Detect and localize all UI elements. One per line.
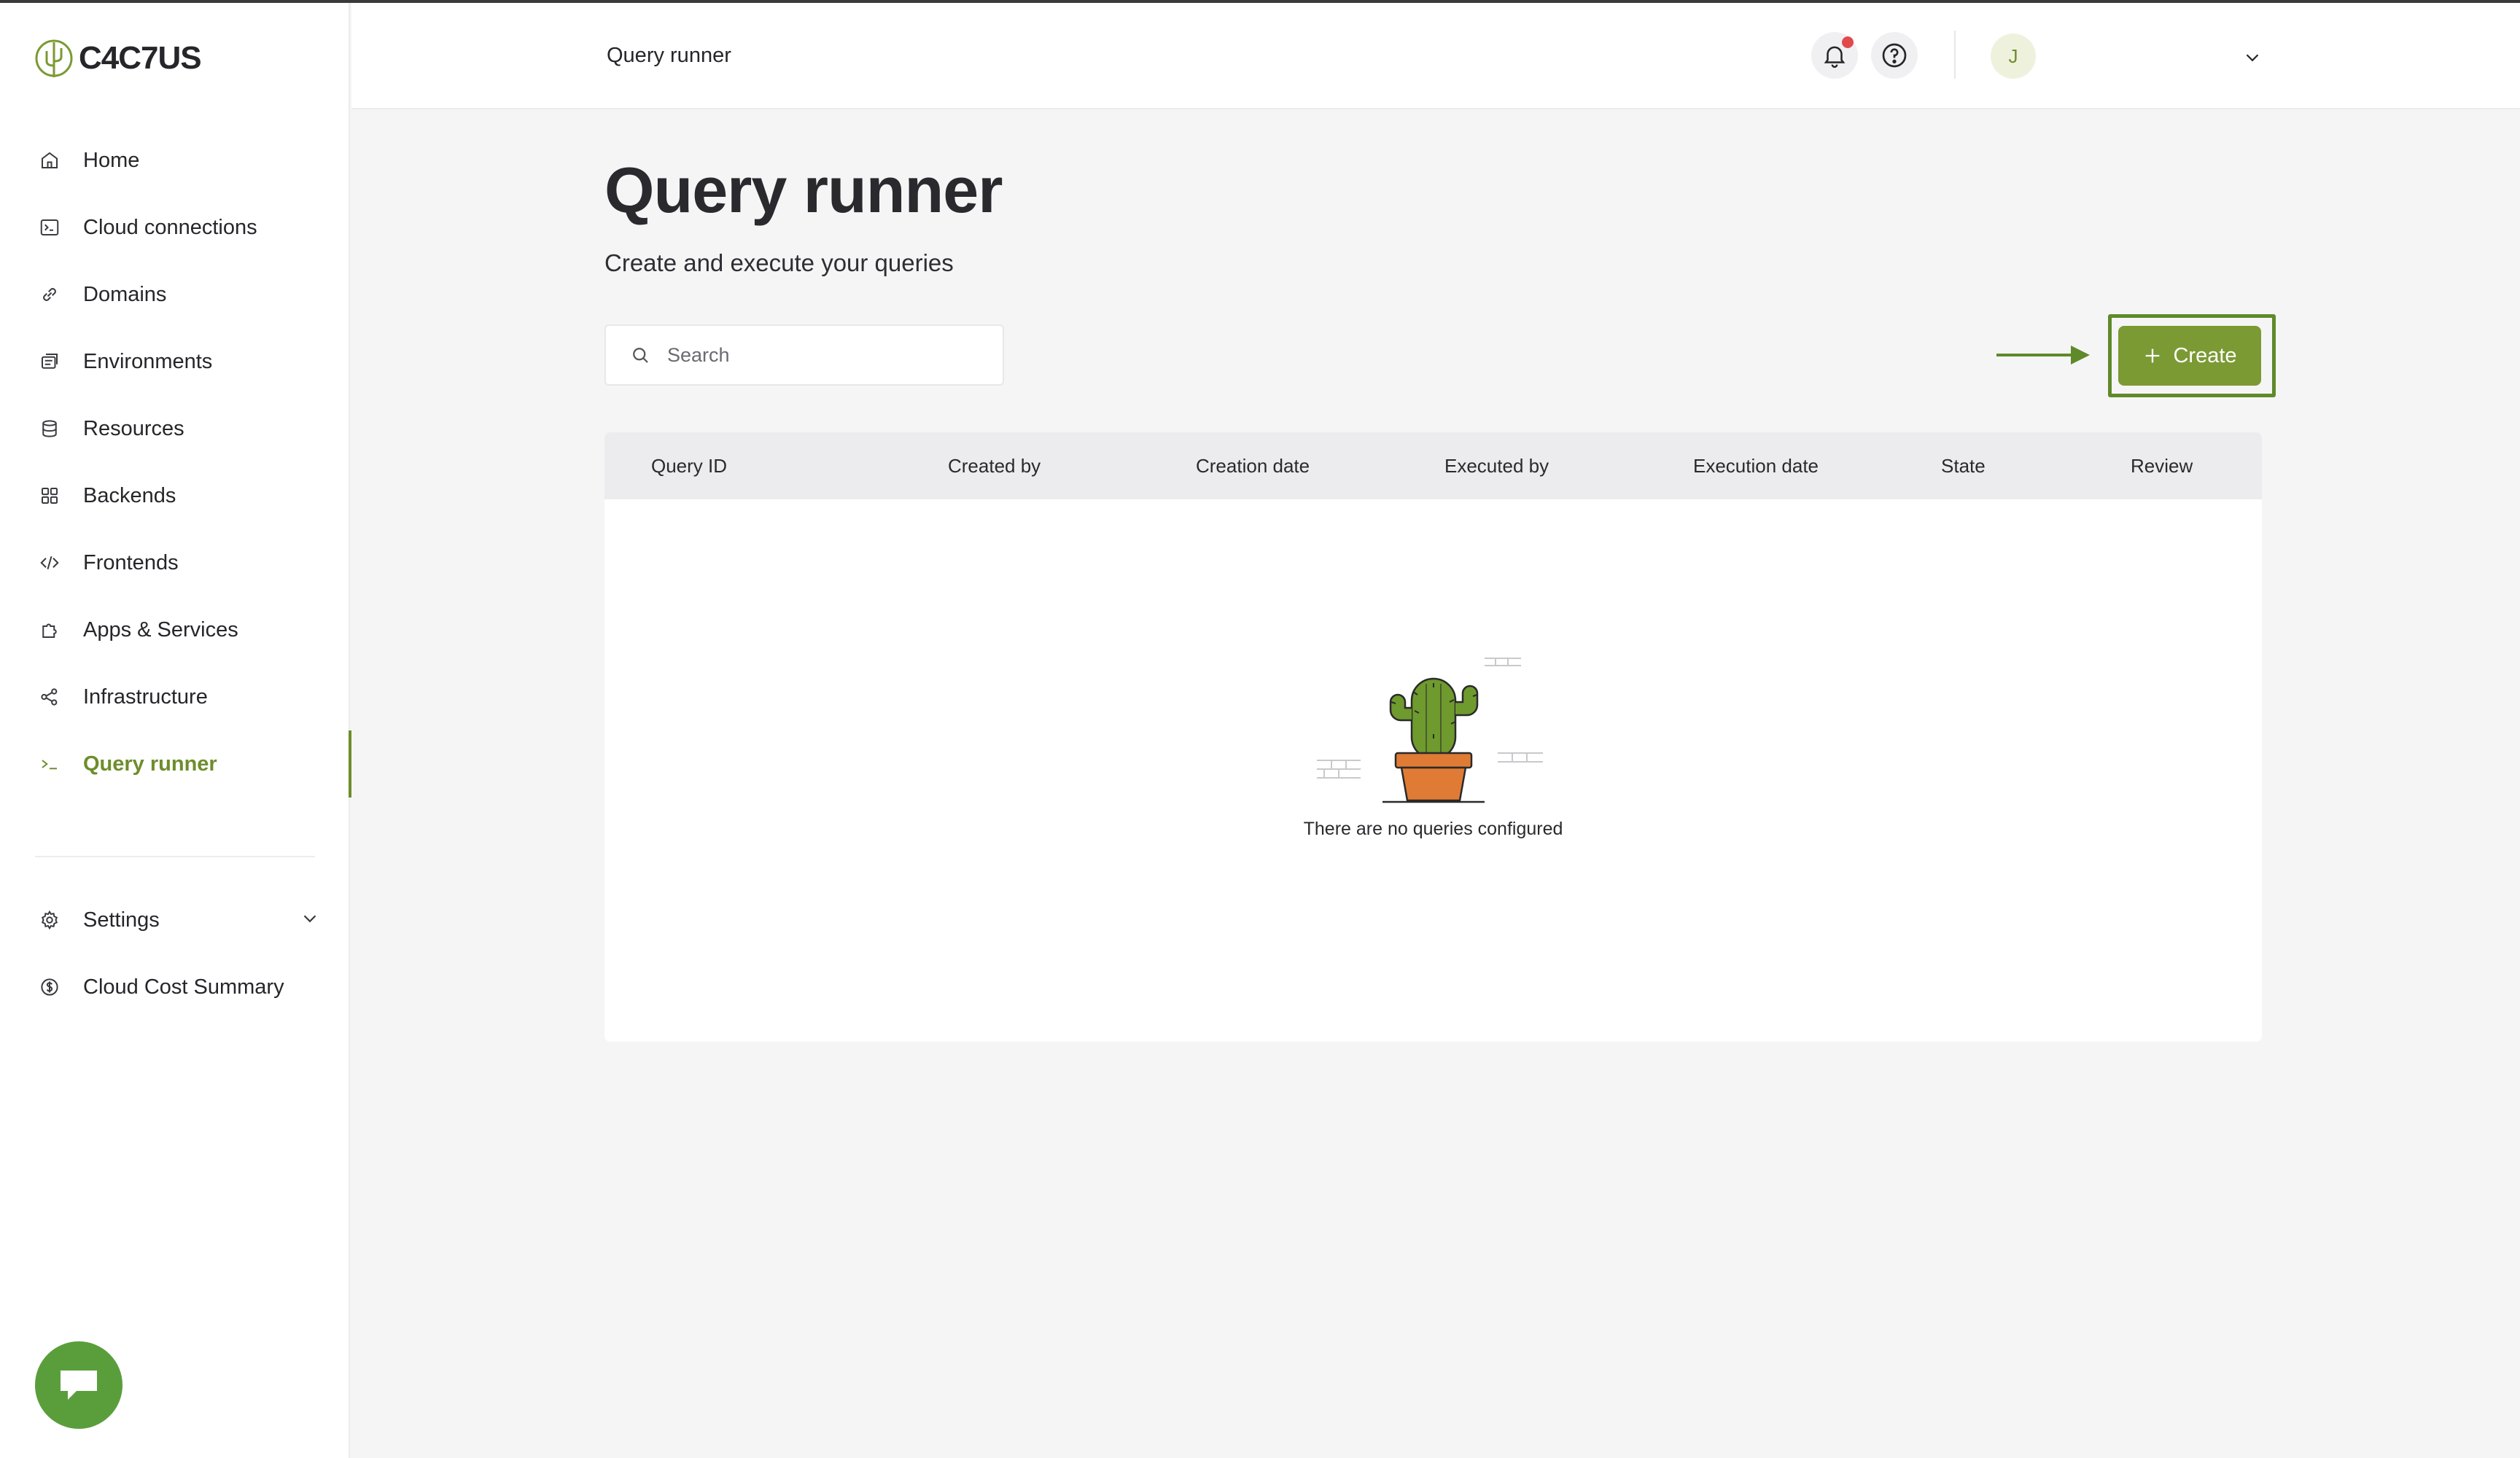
link-icon xyxy=(38,283,61,306)
table-header: Query ID Created by Creation date Execut… xyxy=(604,432,2262,499)
notification-badge xyxy=(1842,36,1854,48)
sidebar-item-apps-services[interactable]: Apps & Services xyxy=(0,596,350,663)
code-icon xyxy=(38,551,61,574)
sidebar-item-label: Environments xyxy=(83,349,213,373)
sidebar-item-label: Apps & Services xyxy=(83,617,238,642)
brand-name: C4C7US xyxy=(79,40,202,76)
sidebar-item-label: Settings xyxy=(83,908,160,932)
puzzle-icon xyxy=(38,618,61,642)
sidebar-item-cloud-cost-summary[interactable]: Cloud Cost Summary xyxy=(0,954,350,1021)
chat-support-button[interactable] xyxy=(35,1341,122,1429)
search-box[interactable] xyxy=(604,324,1004,386)
sidebar-item-label: Cloud Cost Summary xyxy=(83,975,284,999)
empty-state-message: There are no queries configured xyxy=(1303,819,1563,839)
arrow-right-icon xyxy=(1996,346,2090,364)
sidebar-item-label: Resources xyxy=(83,416,184,440)
sidebar-item-infrastructure[interactable]: Infrastructure xyxy=(0,663,350,730)
cactus-illustration xyxy=(1316,658,1543,803)
column-header-execution-date[interactable]: Execution date xyxy=(1693,455,1819,477)
avatar[interactable]: J xyxy=(1991,34,2036,79)
sidebar-item-frontends[interactable]: Frontends xyxy=(0,529,350,596)
top-header: Query runner J xyxy=(351,3,2520,109)
column-header-created-by[interactable]: Created by xyxy=(948,455,1041,477)
sidebar-item-label: Query runner xyxy=(83,752,217,776)
terminal-box-icon xyxy=(38,216,61,239)
sidebar-item-query-runner[interactable]: Query runner xyxy=(0,730,351,798)
sidebar-item-environments[interactable]: Environments xyxy=(0,328,350,395)
sidebar-item-home[interactable]: Home xyxy=(0,127,350,194)
brand-logo[interactable]: C4C7US xyxy=(34,36,202,80)
sidebar-item-label: Home xyxy=(83,148,140,172)
sidebar-nav: Home Cloud connections Domains Environme… xyxy=(0,127,351,798)
search-icon xyxy=(633,348,648,363)
nodes-icon xyxy=(38,685,61,709)
environments-icon xyxy=(38,350,61,373)
chevron-down-icon[interactable] xyxy=(299,908,321,933)
sidebar-item-cloud-connections[interactable]: Cloud connections xyxy=(0,194,350,261)
breadcrumb: Query runner xyxy=(607,44,731,67)
page-subtitle: Create and execute your queries xyxy=(604,249,954,276)
sidebar: C4C7US Home Cloud connections Domains En… xyxy=(0,3,351,1458)
cactus-logo-icon xyxy=(35,39,73,77)
column-header-review[interactable]: Review xyxy=(2131,455,2193,477)
sidebar-item-label: Domains xyxy=(83,282,167,306)
sidebar-item-label: Backends xyxy=(83,483,176,507)
sidebar-item-label: Cloud connections xyxy=(83,215,257,239)
column-header-query-id[interactable]: Query ID xyxy=(651,455,727,477)
help-button[interactable] xyxy=(1871,32,1918,79)
search-input[interactable] xyxy=(667,343,988,367)
sidebar-item-domains[interactable]: Domains xyxy=(0,261,350,328)
create-button-label: Create xyxy=(2173,343,2237,367)
chat-icon xyxy=(61,1371,97,1400)
column-header-state[interactable]: State xyxy=(1941,455,1986,477)
grid-icon xyxy=(38,484,61,507)
sidebar-item-label: Frontends xyxy=(83,550,179,574)
create-button[interactable]: Create xyxy=(2118,326,2261,386)
sidebar-bottom-nav: Settings Cloud Cost Summary xyxy=(0,886,350,1021)
dollar-circle-icon xyxy=(38,975,61,999)
sidebar-divider xyxy=(35,856,315,857)
plus-icon xyxy=(2146,348,2160,363)
window-top-border xyxy=(0,0,2520,3)
sidebar-item-backends[interactable]: Backends xyxy=(0,462,350,529)
database-icon xyxy=(38,417,61,440)
page-title: Query runner xyxy=(604,154,1003,226)
sidebar-item-resources[interactable]: Resources xyxy=(0,395,350,462)
notifications-button[interactable] xyxy=(1811,32,1858,79)
empty-state: There are no queries configured xyxy=(604,651,2262,840)
prompt-icon xyxy=(38,752,61,776)
column-header-creation-date[interactable]: Creation date xyxy=(1196,455,1310,477)
column-header-executed-by[interactable]: Executed by xyxy=(1444,455,1549,477)
help-circle-icon xyxy=(1882,43,1907,68)
sidebar-item-settings[interactable]: Settings xyxy=(0,886,350,954)
gear-icon xyxy=(38,908,61,932)
chevron-down-icon[interactable] xyxy=(2241,47,2263,72)
header-divider xyxy=(1954,31,1956,79)
home-icon xyxy=(38,149,61,172)
queries-table: Query ID Created by Creation date Execut… xyxy=(604,432,2262,1042)
sidebar-item-label: Infrastructure xyxy=(83,685,208,709)
